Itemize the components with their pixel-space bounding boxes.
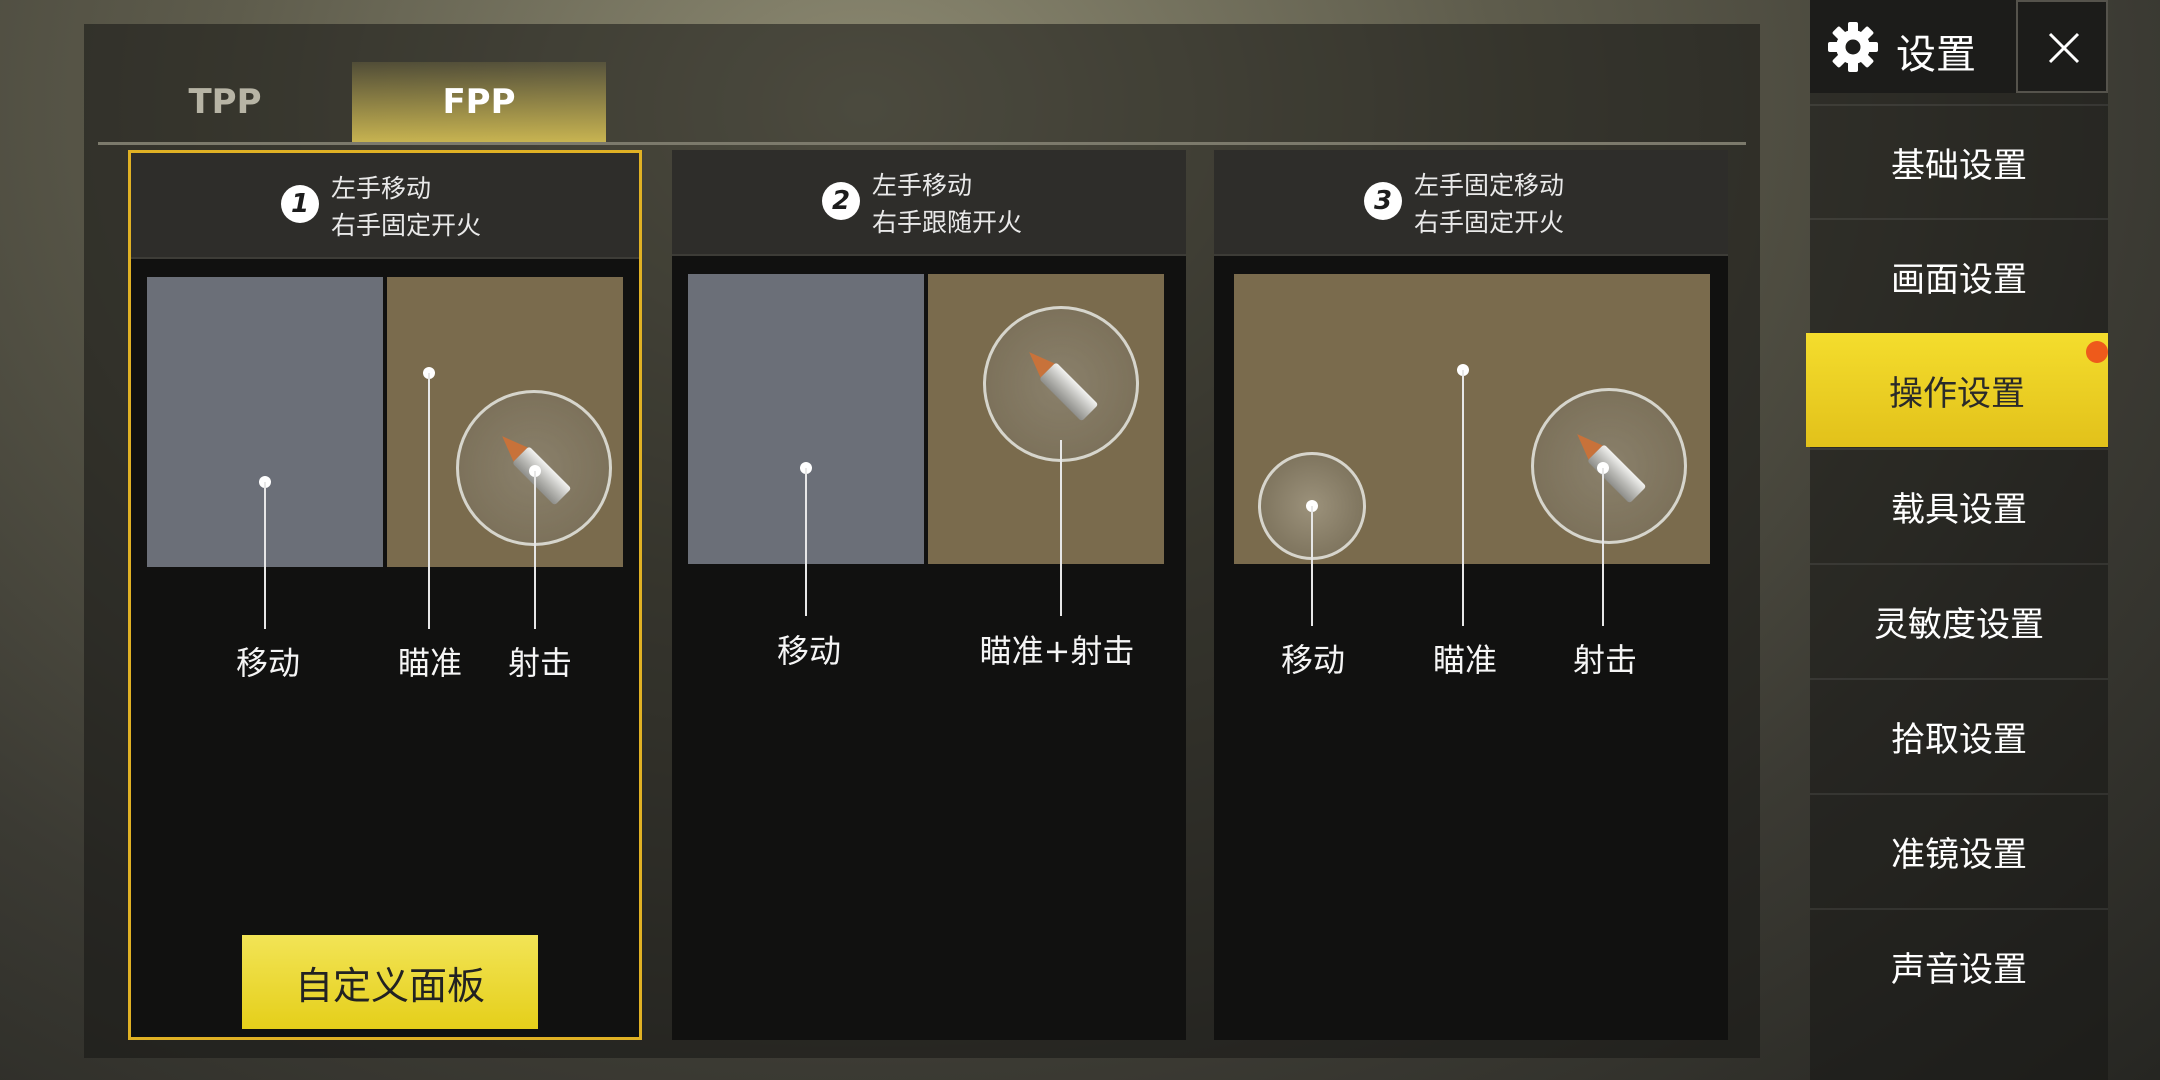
move-pointer-line — [264, 482, 266, 629]
mode-card-header: 1 左手移动 右手固定开火 — [131, 153, 639, 259]
fire-button — [1531, 388, 1687, 544]
fire-pointer-line — [1602, 468, 1604, 626]
mode-card-2[interactable]: 2 左手移动 右手跟随开火 移动 瞄准+射击 — [672, 150, 1186, 1040]
menu-item-pickup[interactable]: 拾取设置 — [1810, 678, 2108, 792]
close-icon — [2048, 32, 2080, 64]
menu-item-graphics[interactable]: 画面设置 — [1810, 218, 2108, 332]
mode-description-line2: 右手跟随开火 — [872, 208, 1023, 237]
bullet-icon — [1020, 343, 1102, 425]
aim-pointer-line — [1462, 370, 1464, 626]
tab-fpp[interactable]: FPP — [352, 62, 606, 142]
notification-dot — [2086, 341, 2108, 363]
sidebar-header: 设置 — [1810, 0, 2108, 93]
mode-description-line2: 右手固定开火 — [1414, 208, 1565, 237]
menu-item-scope[interactable]: 准镜设置 — [1810, 793, 2108, 907]
mode-card-1[interactable]: 1 左手移动 右手固定开火 移动 瞄准 射击 自定义面板 — [128, 150, 642, 1040]
move-label: 移动 — [235, 644, 301, 682]
mode-description-line1: 左手移动 — [872, 171, 973, 200]
fire-pointer-line — [534, 471, 536, 629]
settings-sidebar: 设置 基础设置 画面设置 操作设置 载具设置 灵敏度设置 拾取设置 准镜设置 声… — [1806, 0, 2108, 1080]
control-settings-panel: TPP FPP 1 左手移动 右手固定开火 移动 瞄准 射击 自定义面板 2 左… — [84, 24, 1760, 1058]
move-pointer-line — [1311, 506, 1313, 626]
fire-button — [983, 306, 1139, 462]
move-label: 移动 — [776, 632, 842, 670]
menu-item-vehicle[interactable]: 载具设置 — [1810, 448, 2108, 562]
fire-label: 射击 — [507, 644, 573, 682]
aim-fire-label: 瞄准+射击 — [979, 632, 1135, 670]
menu-item-sound[interactable]: 声音设置 — [1810, 908, 2108, 1022]
menu-item-controls[interactable]: 操作设置 — [1806, 333, 2108, 447]
gear-icon — [1828, 22, 1878, 72]
mode-description-line1: 左手移动 — [331, 174, 432, 203]
mode-number-badge: 2 — [822, 182, 860, 220]
mode-number-badge: 3 — [1364, 182, 1402, 220]
fire-label: 射击 — [1572, 641, 1638, 679]
menu-item-sensitivity[interactable]: 灵敏度设置 — [1810, 563, 2108, 677]
aim-fire-pointer-line — [1060, 440, 1062, 616]
tab-divider — [98, 142, 1746, 145]
custom-panel-button[interactable]: 自定义面板 — [242, 935, 538, 1029]
mode-description-line1: 左手固定移动 — [1414, 171, 1565, 200]
bullet-icon — [1568, 425, 1650, 507]
menu-item-basic[interactable]: 基础设置 — [1810, 104, 2108, 218]
mode-description-line2: 右手固定开火 — [331, 211, 482, 240]
close-button[interactable] — [2016, 0, 2108, 93]
mode-card-3[interactable]: 3 左手固定移动 右手固定开火 移动 瞄准 射击 — [1214, 150, 1728, 1040]
move-pointer-line — [805, 468, 807, 616]
mode-card-header: 3 左手固定移动 右手固定开火 — [1214, 150, 1728, 256]
aim-pointer-line — [428, 373, 430, 629]
mode-card-header: 2 左手移动 右手跟随开火 — [672, 150, 1186, 256]
settings-title: 设置 — [1896, 32, 1976, 78]
mode-number-badge: 1 — [281, 185, 319, 223]
aim-label: 瞄准 — [1432, 641, 1498, 679]
move-label: 移动 — [1280, 641, 1346, 679]
tab-tpp[interactable]: TPP — [98, 62, 352, 142]
menu-item-label: 操作设置 — [1889, 373, 2025, 414]
aim-label: 瞄准 — [397, 644, 463, 682]
